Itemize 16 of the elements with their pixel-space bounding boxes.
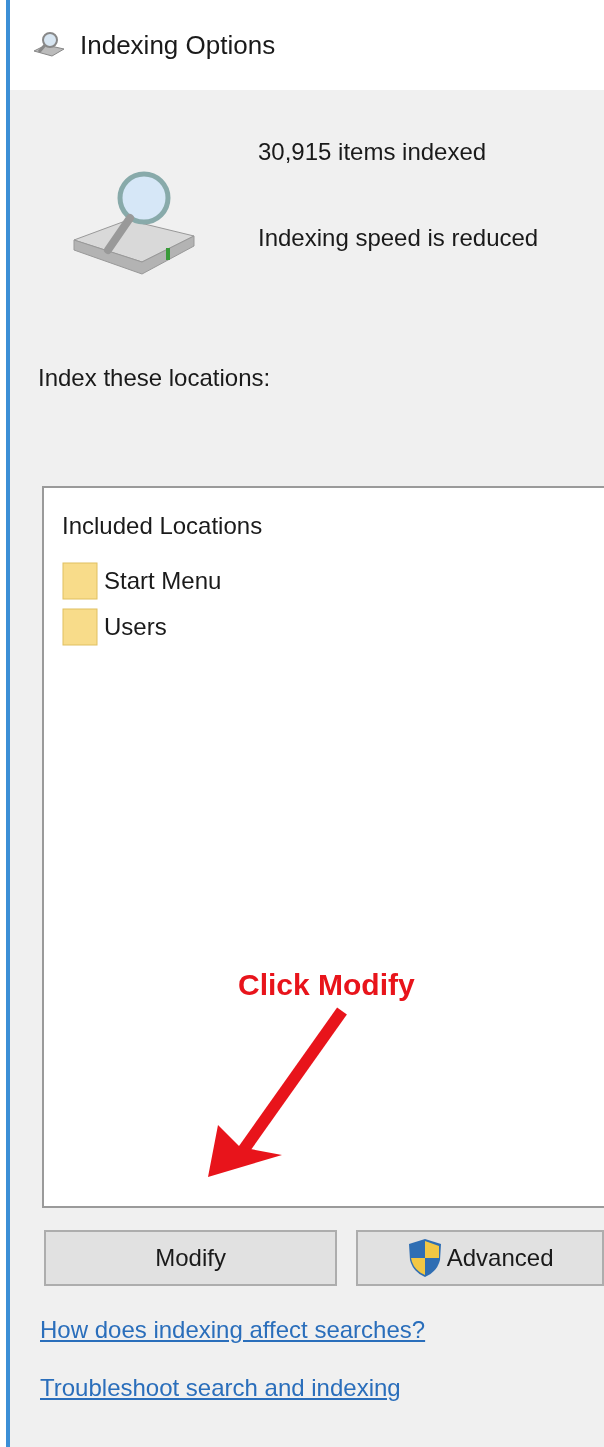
modify-button[interactable]: Modify <box>44 1230 338 1286</box>
location-name: Start Menu <box>104 566 222 596</box>
folder-icon <box>62 562 98 600</box>
list-header: Included Locations <box>62 511 264 541</box>
section-label: Index these locations: <box>37 363 272 393</box>
annotation-text: Click Modify <box>238 967 415 1003</box>
location-name: Users <box>104 612 167 642</box>
window-title: Indexing Options <box>80 28 276 62</box>
help-link[interactable]: How does indexing affect searches? <box>40 1312 426 1348</box>
advanced-button[interactable]: Advanced <box>356 1230 604 1286</box>
indexing-icon <box>32 31 66 59</box>
status-text: Indexing speed is reduced <box>258 223 539 253</box>
help-link[interactable]: Troubleshoot search and indexing <box>40 1370 401 1406</box>
folder-icon <box>62 608 98 646</box>
status-text: 30,915 items indexed <box>258 137 488 167</box>
shield-icon <box>406 1238 443 1278</box>
